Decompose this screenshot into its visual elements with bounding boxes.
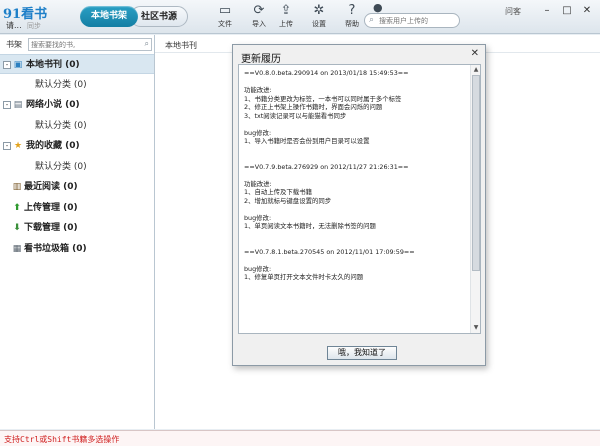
dialog-content-box[interactable]: ==V0.8.0.beta.290914 on 2013/01/18 15:49… [238,64,481,334]
upload-button[interactable]: ⇪ 上传 [271,4,301,30]
dialog-title: 更新履历 [241,54,281,65]
upload-arrow-icon: ⬆ [13,203,21,213]
search-icon: ⌕ [144,39,149,48]
status-text: 支持Ctrl或Shift书籍多选操作 [4,435,120,444]
maximize-icon[interactable]: □ [560,5,574,17]
scroll-down-icon[interactable]: ▼ [472,324,480,332]
sync-label[interactable]: 同步 [27,21,41,31]
sidebar-item-label: 看书垃圾箱 (0) [24,244,87,254]
sidebar-item-favorites[interactable]: - ★ 我的收藏 (0) [0,136,154,156]
sidebar-item-web-default[interactable]: 默认分类 (0) [0,116,154,136]
tab-community-sources[interactable]: 社区书源 [130,6,188,27]
sidebar-header: 书架 ⌕ [0,35,155,53]
main-header-label: 本地书刊 [165,41,197,50]
update-history-dialog: 更新履历 ✕ ==V0.8.0.beta.290914 on 2013/01/1… [232,44,486,366]
confirm-button[interactable]: 哦，我知道了 [327,346,397,360]
import-icon: ⟳ [253,3,265,18]
top-search-box[interactable]: ⌕ [364,13,460,28]
help-button[interactable]: ? 帮助 [337,4,367,30]
user-name[interactable]: 请... [6,20,22,31]
sidebar-item-web-novels[interactable]: - ▤ 网络小说 (0) [0,95,154,115]
dialog-scrollbar[interactable]: ▲ ▼ [470,65,480,333]
sidebar-item-label: 默认分类 (0) [35,80,87,90]
sidebar-title: 书架 [6,40,22,49]
close-icon[interactable]: ✕ [580,5,594,17]
document-icon: ▤ [13,100,23,110]
sidebar-item-label: 下载管理 (0) [24,223,78,233]
collapse-icon[interactable]: - [3,101,11,109]
sidebar-item-label: 上传管理 (0) [24,203,78,213]
sidebar-item-label: 本地书刊 (0) [26,60,80,70]
tab-local-shelf[interactable]: 本地书架 [80,6,138,27]
sidebar-item-local-default[interactable]: 默认分类 (0) [0,75,154,95]
sidebar-item-label: 默认分类 (0) [35,121,87,131]
download-icon: ⬇ [13,223,21,233]
settings-button[interactable]: ✲ 设置 [304,4,334,30]
open-book-icon: ▥ [12,182,22,192]
sidebar-item-recent[interactable]: ▥ 最近阅读 (0) [0,177,154,197]
sidebar-item-label: 网络小说 (0) [26,100,80,110]
import-button[interactable]: ⟳ 导入 [244,4,274,30]
sidebar-item-label: 默认分类 (0) [35,162,87,172]
sidebar-item-downloads[interactable]: ⬇ 下载管理 (0) [0,218,154,238]
collapse-icon[interactable]: - [3,61,11,69]
sidebar-search-input[interactable] [31,39,139,50]
changelog-text: ==V0.8.0.beta.290914 on 2013/01/18 15:49… [244,69,415,281]
sidebar-search-box[interactable]: ⌕ [28,38,152,51]
sidebar-item-trash[interactable]: ▦ 看书垃圾箱 (0) [0,239,154,259]
file-button[interactable]: ▭ 文件 [210,4,240,30]
sidebar: 书架 ⌕ - ▣ 本地书刊 (0) 默认分类 (0) - ▤ 网络小说 (0) … [0,35,155,429]
app-logo: 91看书 请... 同步 [3,3,73,31]
help-label: 帮助 [345,20,359,28]
import-label: 导入 [252,20,266,28]
sidebar-item-local-books[interactable]: - ▣ 本地书刊 (0) [0,54,154,74]
minimize-icon[interactable]: – [540,5,554,17]
settings-label: 设置 [312,20,326,28]
top-toolbar: 91看书 请... 同步 社区书源 本地书架 ▭ 文件 ⟳ 导入 ⇪ 上传 ✲ … [0,0,600,34]
gear-icon: ✲ [313,3,325,18]
sidebar-item-fav-default[interactable]: 默认分类 (0) [0,157,154,177]
top-search-input[interactable] [379,15,457,26]
bookshelf-icon: ▣ [13,60,23,70]
status-bar: 支持Ctrl或Shift书籍多选操作 [0,430,600,446]
sidebar-item-label: 我的收藏 (0) [26,141,80,151]
scroll-thumb[interactable] [472,75,480,271]
folder-icon: ▭ [218,3,232,18]
sidebar-item-label: 最近阅读 (0) [24,182,78,192]
collapse-icon[interactable]: - [3,142,11,150]
search-icon: ⌕ [369,15,375,25]
guest-label[interactable]: 问客 [505,6,521,17]
help-icon: ? [348,3,356,18]
trash-icon: ▦ [12,244,22,254]
close-icon[interactable]: ✕ [471,48,479,59]
sidebar-item-uploads[interactable]: ⬆ 上传管理 (0) [0,198,154,218]
scroll-up-icon[interactable]: ▲ [472,66,480,74]
upload-label: 上传 [279,20,293,28]
file-label: 文件 [218,20,232,28]
upload-icon: ⇪ [280,3,292,18]
star-icon: ★ [13,141,23,151]
